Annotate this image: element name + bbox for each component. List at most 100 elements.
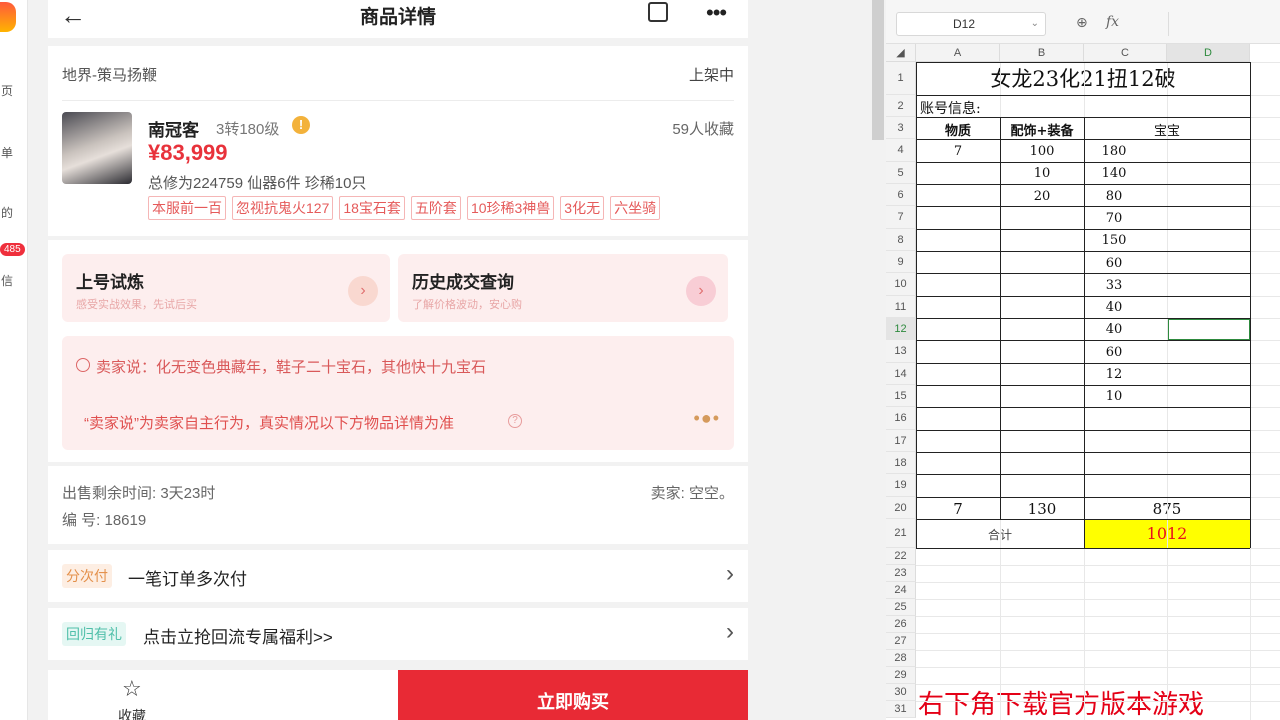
row-header[interactable]: 31 xyxy=(886,701,916,718)
row-header[interactable]: 11 xyxy=(886,296,916,318)
cell-c11[interactable]: 40 xyxy=(1084,300,1144,315)
cell-c14[interactable]: 12 xyxy=(1084,367,1144,382)
row-header[interactable]: 29 xyxy=(886,667,916,684)
sidebar-item-orders[interactable]: 单 xyxy=(0,144,14,161)
row-header[interactable]: 12 xyxy=(886,318,916,340)
cell-c9[interactable]: 60 xyxy=(1084,256,1144,271)
table-border xyxy=(916,430,1250,431)
chevron-right-icon: › xyxy=(686,276,716,306)
formula-input[interactable] xyxy=(1168,12,1280,36)
row-header[interactable]: 17 xyxy=(886,430,916,452)
cell-c4[interactable]: 180 xyxy=(1084,144,1144,159)
row-header[interactable]: 2 xyxy=(886,95,916,117)
row-header[interactable]: 18 xyxy=(886,452,916,474)
top-bar: ← 商品详情 ••• xyxy=(48,0,748,38)
return-gift-row[interactable]: 回归有礼 点击立抢回流专属福利>> › xyxy=(48,608,748,660)
sidebar-item-home[interactable]: 页 xyxy=(0,82,14,99)
gridline xyxy=(916,633,1280,634)
character-avatar[interactable] xyxy=(62,112,132,184)
row-header[interactable]: 24 xyxy=(886,582,916,599)
column-header-b[interactable]: B xyxy=(1000,44,1084,62)
cell-c15[interactable]: 10 xyxy=(1084,389,1144,404)
cell-c12[interactable]: 40 xyxy=(1084,322,1144,337)
row-header[interactable]: 22 xyxy=(886,548,916,565)
sum-material[interactable]: 7 xyxy=(916,500,1000,518)
row-header[interactable]: 14 xyxy=(886,363,916,385)
installment-row[interactable]: 分次付 一笔订单多次付 › xyxy=(48,550,748,602)
cell-c13[interactable]: 60 xyxy=(1084,345,1144,360)
function-icon[interactable]: fx xyxy=(1106,14,1119,30)
row-header[interactable]: 21 xyxy=(886,519,916,548)
header-equipment[interactable]: 配饰+装备 xyxy=(1000,120,1084,139)
cell-b4[interactable]: 100 xyxy=(1000,144,1084,159)
warning-icon[interactable]: ! xyxy=(292,116,310,134)
gridline xyxy=(916,701,1280,702)
row-header[interactable]: 28 xyxy=(886,650,916,667)
sheet-title-cell[interactable]: 女龙23化21扭12破 xyxy=(916,64,1250,94)
column-header-c[interactable]: C xyxy=(1084,44,1167,62)
row-header[interactable]: 1 xyxy=(886,62,916,95)
name-box[interactable]: D12 ⌄ xyxy=(896,12,1046,36)
favorite-label[interactable]: 收藏 xyxy=(118,706,146,720)
history-deals-button[interactable]: 历史成交查询 了解价格波动，安心购 › xyxy=(398,254,728,322)
trial-login-button[interactable]: 上号试炼 感受实战效果，先试后买 › xyxy=(62,254,390,322)
favorite-count: 59人收藏 xyxy=(672,121,734,138)
zoom-icon[interactable]: ⊕ xyxy=(1076,14,1088,31)
header-material[interactable]: 物质 xyxy=(916,120,1000,139)
sidebar-item-messages[interactable]: 信 xyxy=(0,272,14,289)
cell-c8[interactable]: 150 xyxy=(1084,233,1144,248)
row-header[interactable]: 4 xyxy=(886,139,916,162)
selected-cell-d12[interactable] xyxy=(1167,318,1251,341)
app-logo-icon[interactable] xyxy=(0,2,16,32)
table-border xyxy=(916,340,1250,341)
cell-c5[interactable]: 140 xyxy=(1084,166,1144,181)
feature-tag: 六坐骑 xyxy=(610,196,661,220)
row-header[interactable]: 19 xyxy=(886,474,916,497)
row-header[interactable]: 3 xyxy=(886,117,916,139)
left-sidebar: 页 单 的 485 信 xyxy=(0,0,28,720)
row-header[interactable]: 16 xyxy=(886,407,916,430)
sum-equipment[interactable]: 130 xyxy=(1000,500,1084,518)
row-header[interactable]: 5 xyxy=(886,162,916,184)
row-header[interactable]: 13 xyxy=(886,340,916,363)
cell-b5[interactable]: 10 xyxy=(1000,166,1084,181)
chevron-right-icon: › xyxy=(348,276,378,306)
row-header[interactable]: 15 xyxy=(886,385,916,407)
column-header-a[interactable]: A xyxy=(916,44,1000,62)
row-header[interactable]: 7 xyxy=(886,206,916,229)
star-icon[interactable]: ☆ xyxy=(122,676,142,702)
select-all-corner[interactable]: ◢ xyxy=(886,44,916,62)
help-icon[interactable]: ? xyxy=(508,414,522,428)
seller-name[interactable]: 卖家: 空空。 xyxy=(651,482,734,503)
trial-title: 上号试炼 xyxy=(76,273,144,292)
seller-disclaimer: “卖家说”为卖家自主行为，真实情况以下方物品详情为准 xyxy=(84,415,454,432)
row-header[interactable]: 23 xyxy=(886,565,916,582)
row-header[interactable]: 30 xyxy=(886,684,916,701)
return-gift-text: 点击立抢回流专属福利>> xyxy=(143,628,333,647)
row-header[interactable]: 27 xyxy=(886,633,916,650)
download-watermark: 右下角下载官方版本游戏 xyxy=(918,690,1205,720)
cell-b6[interactable]: 20 xyxy=(1000,189,1084,204)
row-header[interactable]: 8 xyxy=(886,229,916,251)
cell-c6[interactable]: 80 xyxy=(1084,189,1144,204)
scrollbar[interactable] xyxy=(872,0,884,140)
row-header[interactable]: 10 xyxy=(886,273,916,296)
row-header[interactable]: 6 xyxy=(886,184,916,206)
history-title: 历史成交查询 xyxy=(412,273,514,292)
share-icon[interactable] xyxy=(648,2,668,22)
more-dots-icon[interactable]: ••• xyxy=(706,0,727,26)
gridline xyxy=(916,565,1280,566)
column-header-d[interactable]: D xyxy=(1167,44,1250,62)
row-header[interactable]: 25 xyxy=(886,599,916,616)
sidebar-item-mine[interactable]: 的 xyxy=(0,204,14,221)
cell-c7[interactable]: 70 xyxy=(1084,211,1144,226)
account-label-cell[interactable]: 账号信息: xyxy=(920,98,981,118)
row-header[interactable]: 26 xyxy=(886,616,916,633)
buy-now-button[interactable]: 立即购买 xyxy=(398,670,748,720)
table-border xyxy=(916,273,1250,274)
cell-c10[interactable]: 33 xyxy=(1084,278,1144,293)
cell-a4[interactable]: 7 xyxy=(916,144,1000,159)
sale-time-remaining: 出售剩余时间: 3天23时 xyxy=(62,485,216,502)
row-header[interactable]: 9 xyxy=(886,251,916,273)
row-header[interactable]: 20 xyxy=(886,497,916,519)
